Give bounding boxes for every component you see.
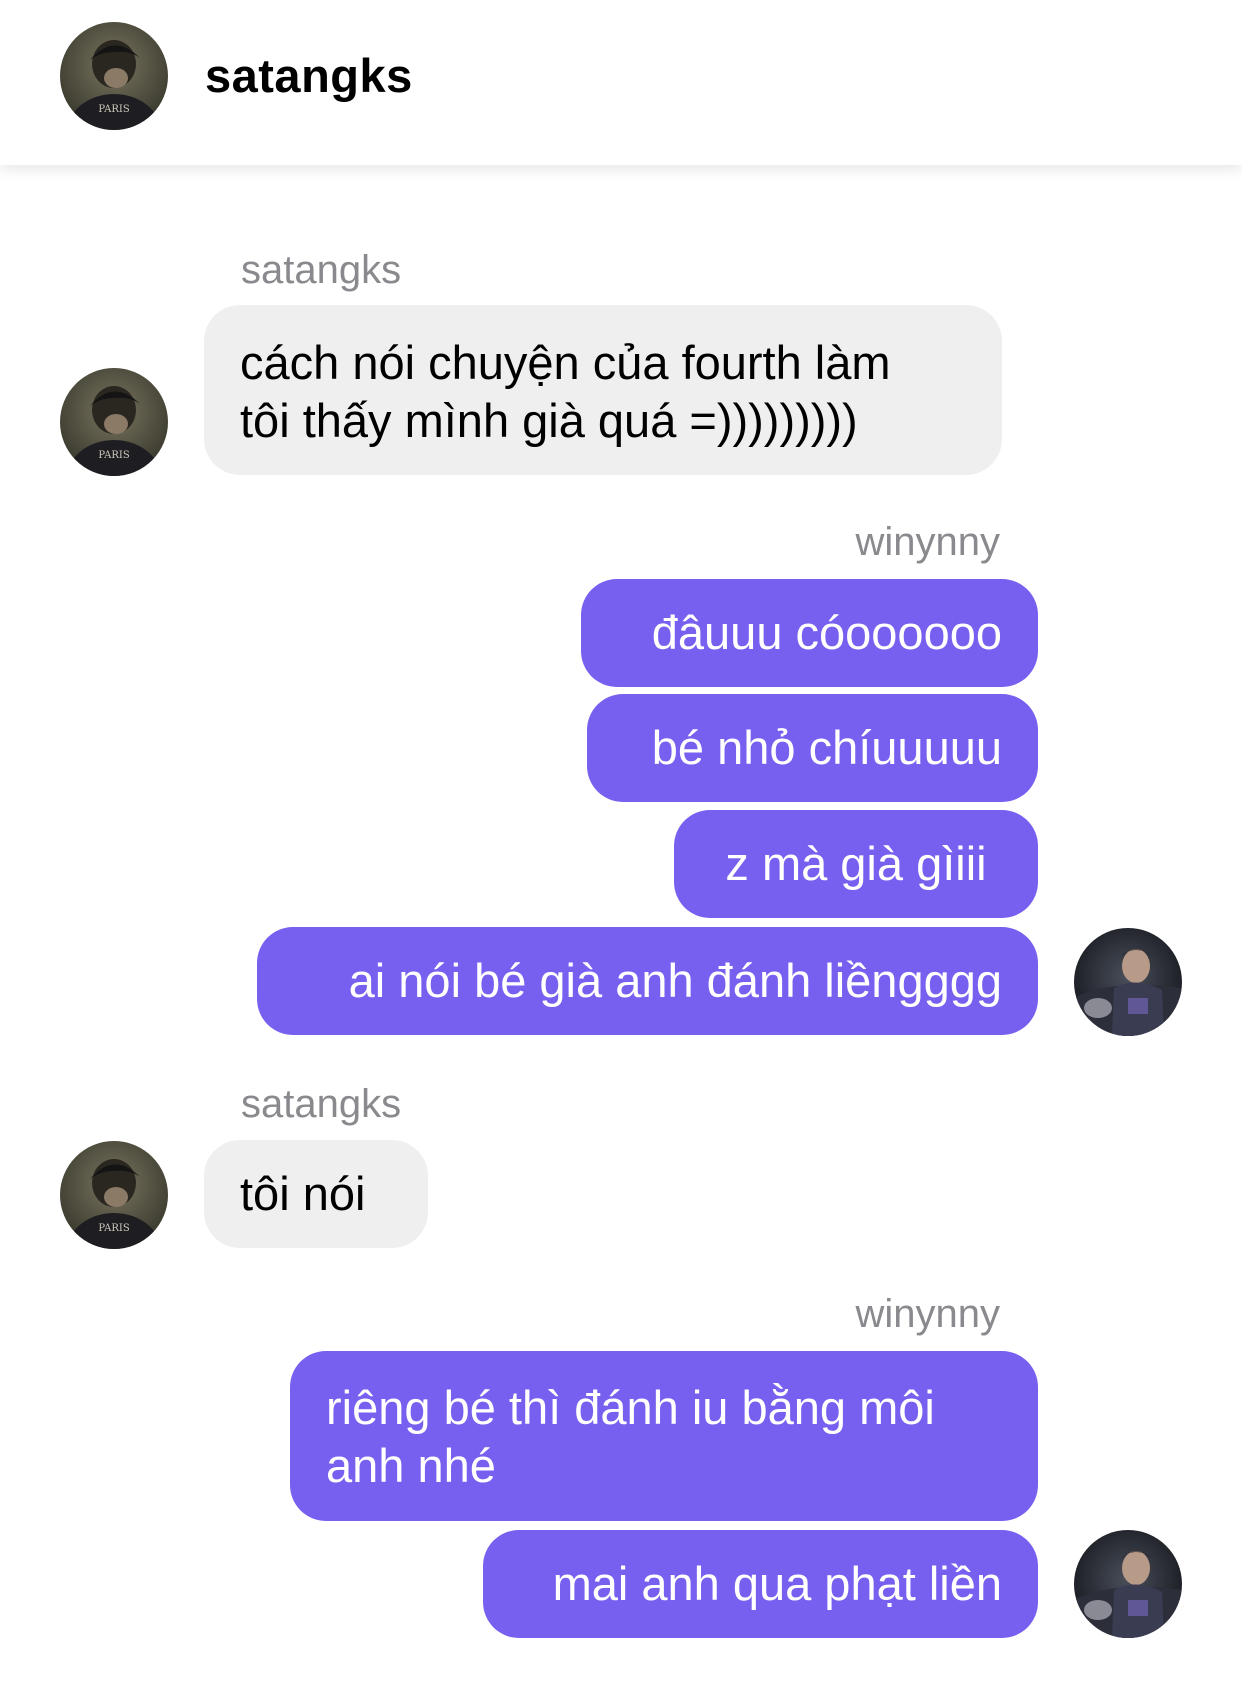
message-text: cách nói chuyện của fourth làm [240,336,891,389]
message-bubble[interactable]: đâuuu cóoooooo [581,579,1038,687]
message-bubble[interactable]: bé nhỏ chíuuuuu [587,694,1038,802]
avatar[interactable] [60,1141,168,1249]
message-text: mai anh qua phạt liền [552,1557,1002,1610]
avatar[interactable] [1074,928,1182,1036]
message-text: bé nhỏ chíuuuuu [651,721,1002,774]
message-text: tôi nói [240,1167,366,1220]
avatar[interactable] [1074,1530,1182,1638]
chat-header: satangks [0,0,1242,165]
sender-name: satangks [241,1082,402,1126]
message-text: đâuuu cóoooooo [651,606,1002,659]
message-bubble[interactable]: riêng bé thì đánh iu bằng môi anh nhé [290,1351,1038,1521]
sender-name: winynny [855,520,1000,564]
avatar[interactable] [60,368,168,476]
message-text: ai nói bé già anh đánh liềngggg [348,954,1002,1007]
message-text: riêng bé thì đánh iu bằng môi [326,1381,935,1434]
message-bubble[interactable]: cách nói chuyện của fourth làm tôi thấy … [204,305,1002,475]
message-text: anh nhé [326,1439,496,1492]
message-text: z mà già gìiii [725,837,987,890]
avatar[interactable] [60,22,168,130]
message-bubble[interactable]: tôi nói [204,1140,428,1248]
sender-name: satangks [241,248,402,292]
message-bubble[interactable]: z mà già gìiii [674,810,1038,918]
message-bubble[interactable]: ai nói bé già anh đánh liềngggg [257,927,1038,1035]
message-bubble[interactable]: mai anh qua phạt liền [483,1530,1038,1638]
sender-name: winynny [855,1292,1000,1336]
message-text: tôi thấy mình già quá =))))))))) [240,394,858,447]
chat-title[interactable]: satangks [205,46,413,106]
